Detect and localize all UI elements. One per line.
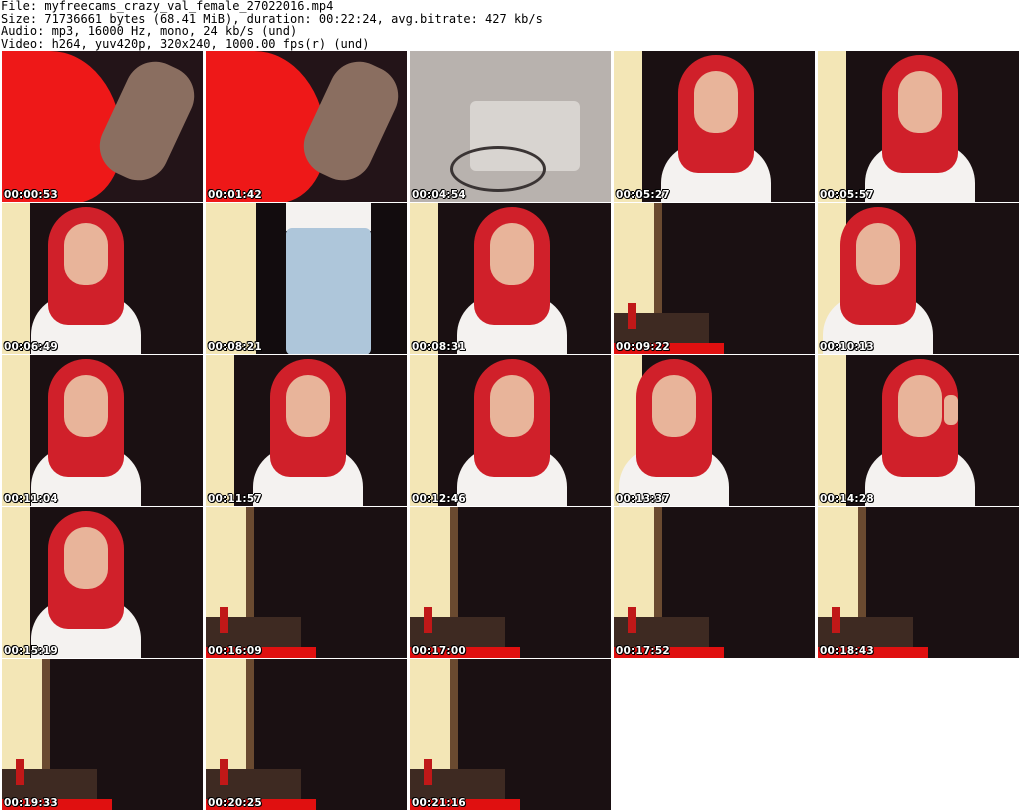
video-thumbnail: 00:13:37 [614,355,815,506]
face-shape [490,375,534,437]
wall-shape [818,51,846,202]
video-thumbnail: 00:19:33 [2,659,203,810]
video-thumbnail: 00:17:00 [410,507,611,658]
can-shape [628,303,636,329]
video-thumbnail: 00:04:54 [410,51,611,202]
wall-shape [2,507,30,658]
wall-shape [410,355,438,506]
video-thumbnail: 00:15:19 [2,507,203,658]
wall-shape [2,355,30,506]
video-thumbnail: 00:08:21 [206,203,407,354]
cable-shape [450,146,546,192]
thumbnail-timestamp: 00:14:28 [820,493,874,505]
video-thumbnail: 00:01:42 [206,51,407,202]
red-fabric-shape [2,51,122,202]
face-shape [898,375,942,437]
can-shape [832,607,840,633]
audio-info-text: Audio: mp3, 16000 Hz, mono, 24 kb/s (und… [1,24,298,38]
thumbnail-timestamp: 00:18:43 [820,645,874,657]
face-shape [286,375,330,437]
video-thumbnail: 00:17:52 [614,507,815,658]
can-shape [628,607,636,633]
face-shape [64,375,108,437]
thumbnail-timestamp: 00:15:19 [4,645,58,657]
video-thumbnail: 00:14:28 [818,355,1019,506]
can-shape [220,607,228,633]
thumbnail-timestamp: 00:12:46 [412,493,466,505]
thumbnail-grid: 00:00:53 00:01:42 00:04:54 00:05:27 00:05:57… [0,51,1024,811]
thumbnail-timestamp: 00:01:42 [208,189,262,201]
thumbnail-timestamp: 00:10:13 [820,341,874,353]
video-thumbnail: 00:06:49 [2,203,203,354]
wall-shape [614,51,642,202]
face-shape [652,375,696,437]
face-shape [898,71,942,133]
thumbnail-timestamp: 00:19:33 [4,797,58,809]
thumbnail-timestamp: 00:08:31 [412,341,466,353]
video-thumbnail: 00:05:57 [818,51,1019,202]
can-shape [16,759,24,785]
face-shape [490,223,534,285]
can-shape [220,759,228,785]
video-thumbnail: 00:12:46 [410,355,611,506]
jeans-shape [286,228,371,354]
face-shape [856,223,900,285]
thumbnail-timestamp: 00:05:27 [616,189,670,201]
face-shape [64,527,108,589]
thumbnail-timestamp: 00:11:04 [4,493,58,505]
can-shape [424,607,432,633]
thumbnail-timestamp: 00:06:49 [4,341,58,353]
video-thumbnail: 00:20:25 [206,659,407,810]
video-thumbnail: 00:11:57 [206,355,407,506]
thumbnail-timestamp: 00:21:16 [412,797,466,809]
wall-shape [818,355,846,506]
thumbnail-timestamp: 00:17:00 [412,645,466,657]
thumbnail-timestamp: 00:13:37 [616,493,670,505]
thumbnail-timestamp: 00:16:09 [208,645,262,657]
thumbnail-timestamp: 00:20:25 [208,797,262,809]
thumbnail-timestamp: 00:11:57 [208,493,262,505]
shirt-shape [286,203,371,231]
thumbnail-timestamp: 00:08:21 [208,341,262,353]
video-thumbnail: 00:05:27 [614,51,815,202]
wall-shape [2,203,30,354]
thumbnail-timestamp: 00:00:53 [4,189,58,201]
thumbnail-timestamp: 00:05:57 [820,189,874,201]
video-thumbnail: 00:11:04 [2,355,203,506]
video-thumbnail: 00:00:53 [2,51,203,202]
thumbnail-timestamp: 00:09:22 [616,341,670,353]
video-thumbnail: 00:16:09 [206,507,407,658]
video-thumbnail: 00:08:31 [410,203,611,354]
video-thumbnail: 00:09:22 [614,203,815,354]
face-shape [694,71,738,133]
file-info-header: File: myfreecams_crazy_val_female_270220… [1,0,1021,50]
video-thumbnail: 00:18:43 [818,507,1019,658]
thumbnail-timestamp: 00:04:54 [412,189,466,201]
thumbnail-timestamp: 00:17:52 [616,645,670,657]
red-fabric-shape [206,51,326,202]
face-shape [64,223,108,285]
can-shape [424,759,432,785]
wall-shape [410,203,438,354]
video-thumbnail: 00:10:13 [818,203,1019,354]
hand-shape [944,395,958,425]
video-thumbnail: 00:21:16 [410,659,611,810]
video-info-text: Video: h264, yuv420p, 320x240, 1000.00 f… [1,36,370,51]
file-name-text: File: myfreecams_crazy_val_female_270220… [1,0,334,13]
wall-shape [206,203,256,354]
wall-shape [206,355,234,506]
